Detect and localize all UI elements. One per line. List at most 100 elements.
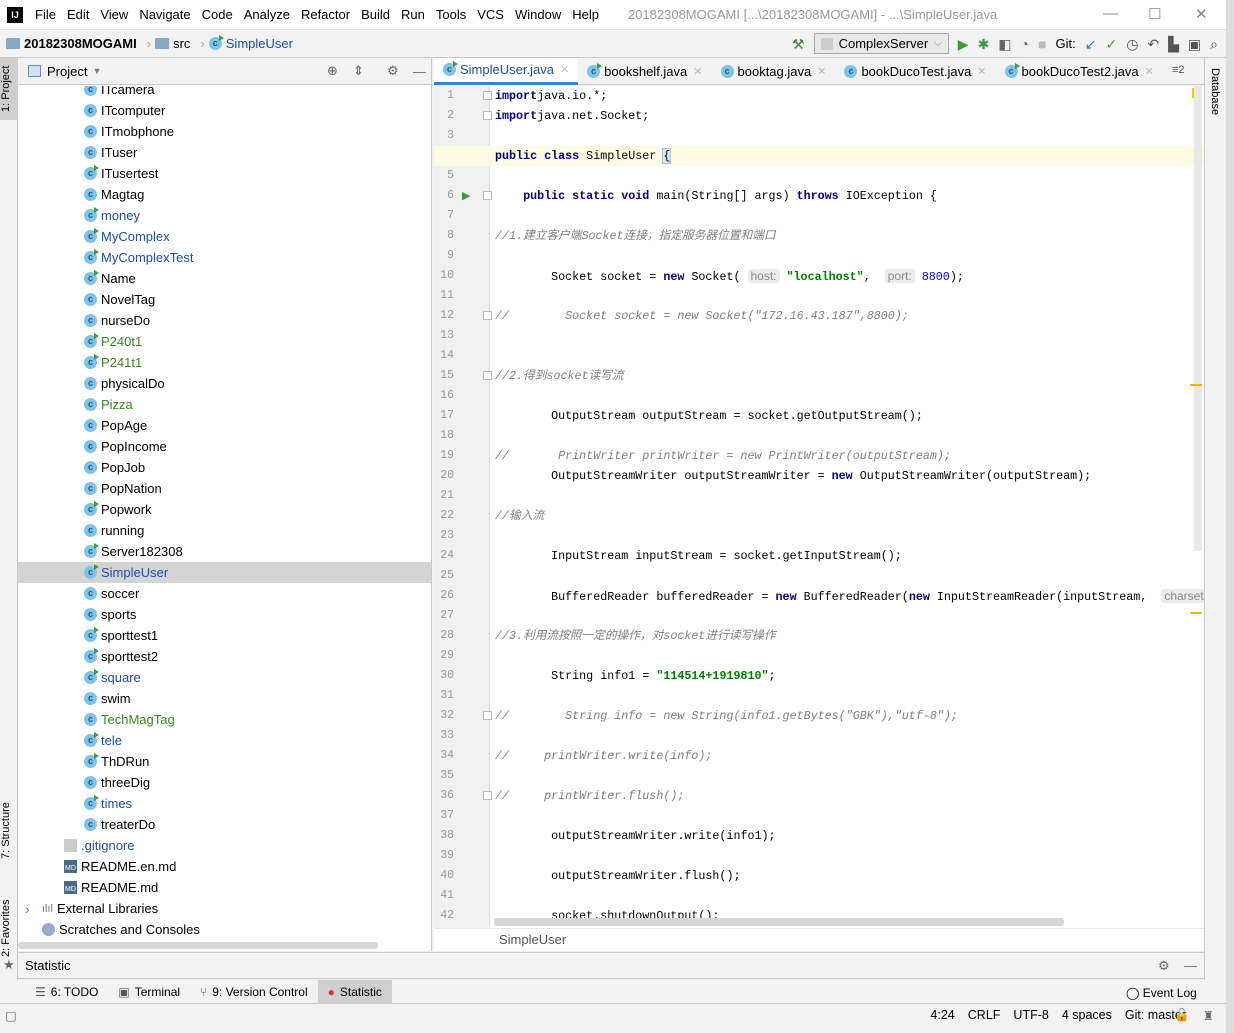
menu-code[interactable]: Code <box>202 7 233 22</box>
expand-arrow-icon[interactable]: › <box>25 901 42 917</box>
tree-item[interactable]: c ITcomputer <box>18 100 431 121</box>
menu-analyze[interactable]: Analyze <box>244 7 290 22</box>
line-separator[interactable]: CRLF <box>968 1008 1001 1022</box>
horizontal-scrollbar[interactable] <box>494 918 1064 926</box>
maximize-button[interactable]: ☐ <box>1148 5 1161 23</box>
close-tab-icon[interactable]: ✕ <box>693 65 702 78</box>
close-tab-icon[interactable]: ✕ <box>1145 65 1154 78</box>
tree-item[interactable]: c physicalDo <box>18 373 431 394</box>
tree-item[interactable]: c money <box>18 205 431 226</box>
tree-item[interactable]: c soccer <box>18 583 431 604</box>
menu-window[interactable]: Window <box>515 7 561 22</box>
editor-tab[interactable]: c SimpleUser.java ✕ <box>434 57 579 85</box>
breadcrumb-src[interactable]: src <box>155 36 190 51</box>
fold-icon[interactable] <box>483 91 492 100</box>
tree-item[interactable]: c Name <box>18 268 431 289</box>
stop-icon[interactable]: ■ <box>1038 36 1046 52</box>
editor-tab[interactable]: c bookDucoTest2.java ✕ <box>996 58 1163 85</box>
tree-item[interactable]: MD README.md <box>18 877 431 898</box>
tree-item[interactable]: c sporttest2 <box>18 646 431 667</box>
toggle-tool-windows-icon[interactable]: ▢ <box>5 1008 17 1023</box>
tree-item[interactable]: c PopJob <box>18 457 431 478</box>
tool-tab-database[interactable]: Database <box>1209 68 1221 115</box>
editor-tab[interactable]: c bookshelf.java ✕ <box>578 58 711 85</box>
terminal-icon[interactable]: ▣ <box>1188 36 1201 52</box>
fold-icon[interactable] <box>483 371 492 380</box>
git-update-icon[interactable]: ↙ <box>1085 36 1097 52</box>
gear-icon[interactable]: ⚙ <box>1158 958 1170 974</box>
menu-view[interactable]: View <box>100 7 128 22</box>
tree-item[interactable]: c sports <box>18 604 431 625</box>
editor-tab[interactable]: c booktag.java ✕ <box>712 58 836 85</box>
tree-item[interactable]: c square <box>18 667 431 688</box>
file-encoding[interactable]: UTF-8 <box>1013 1008 1048 1022</box>
fold-icon[interactable] <box>483 191 492 200</box>
tree-item[interactable]: c threeDig <box>18 772 431 793</box>
fold-icon[interactable] <box>483 311 492 320</box>
bottom-tab[interactable]: ⑂ 9: Version Control <box>190 980 318 1004</box>
tree-item[interactable]: c ThDRun <box>18 751 431 772</box>
tree-item[interactable]: c TechMagTag <box>18 709 431 730</box>
tree-item[interactable]: c swim <box>18 688 431 709</box>
bottom-tab[interactable]: ● Statistic <box>317 979 392 1004</box>
tree-item[interactable]: c times <box>18 793 431 814</box>
menu-edit[interactable]: Edit <box>67 7 89 22</box>
gear-icon[interactable]: ⚙ <box>387 63 399 79</box>
run-icon[interactable]: ▶ <box>958 36 969 52</box>
lock-icon[interactable]: 🔓 <box>1174 1008 1190 1023</box>
hide-icon[interactable]: — <box>1184 958 1197 973</box>
tree-item[interactable]: c tele <box>18 730 431 751</box>
build-hammer-icon[interactable]: ⚒ <box>792 36 805 52</box>
editor-tab[interactable]: c bookDucoTest.java ✕ <box>835 58 995 85</box>
tree-item[interactable]: Scratches and Consoles <box>18 919 431 940</box>
menu-help[interactable]: Help <box>572 7 599 22</box>
tool-tab-project[interactable]: 1: Project <box>0 58 18 120</box>
tree-item[interactable]: c PopAge <box>18 415 431 436</box>
git-commit-icon[interactable]: ✓ <box>1105 36 1117 52</box>
fold-icon[interactable] <box>483 711 492 720</box>
tree-item[interactable]: MD README.en.md <box>18 856 431 877</box>
tree-item[interactable]: c Popwork <box>18 499 431 520</box>
event-log-button[interactable]: ◯ Event Log <box>1126 986 1197 1000</box>
tree-item[interactable]: c Magtag <box>18 184 431 205</box>
project-view-select[interactable]: Project <box>47 64 87 79</box>
horizontal-scrollbar[interactable] <box>18 942 378 949</box>
profile-icon[interactable]: ◔ <box>1021 36 1029 52</box>
tree-item[interactable]: c PopIncome <box>18 436 431 457</box>
tree-item[interactable]: c SimpleUser <box>18 562 431 583</box>
tool-tab-favorites[interactable]: 2: Favorites <box>0 888 18 968</box>
code-editor[interactable]: 1234▶56▶78910111213141516171819202122232… <box>434 86 1204 928</box>
indent-setting[interactable]: 4 spaces <box>1062 1008 1112 1022</box>
rollback-icon[interactable]: ↶ <box>1147 36 1159 52</box>
tree-item[interactable]: c treaterDo <box>18 814 431 835</box>
search-icon[interactable]: ⌕ <box>1210 36 1218 52</box>
tool-tab-structure[interactable]: 7: Structure <box>0 788 18 873</box>
tree-item[interactable]: .gitignore <box>18 835 431 856</box>
chevron-down-icon[interactable]: ▼ <box>92 66 101 76</box>
close-tab-icon[interactable]: ✕ <box>977 65 986 78</box>
run-with-coverage-icon[interactable]: ◧ <box>998 36 1011 52</box>
tree-item[interactable]: c NovelTag <box>18 289 431 310</box>
tree-item[interactable]: c running <box>18 520 431 541</box>
tree-item[interactable]: c ITcamera <box>18 86 431 100</box>
close-tab-icon[interactable]: ✕ <box>817 65 826 78</box>
tree-item[interactable]: c PopNation <box>18 478 431 499</box>
menu-file[interactable]: File <box>35 7 56 22</box>
menu-navigate[interactable]: Navigate <box>139 7 190 22</box>
breadcrumb-class[interactable]: c SimpleUser <box>208 35 293 51</box>
menu-refactor[interactable]: Refactor <box>301 7 350 22</box>
tree-item[interactable]: c sporttest1 <box>18 625 431 646</box>
tree-item[interactable]: c ITmobphone <box>18 121 431 142</box>
tab-overflow-button[interactable]: ≡2 <box>1172 64 1185 76</box>
tree-item[interactable]: c ITusertest <box>18 163 431 184</box>
hide-icon[interactable]: — <box>413 64 426 79</box>
minimize-button[interactable]: — <box>1103 5 1118 22</box>
run-gutter-icon[interactable]: ▶ <box>462 189 470 202</box>
bottom-tab[interactable]: ☰ 6: TODO <box>25 980 108 1004</box>
tree-item[interactable]: c P241t1 <box>18 352 431 373</box>
caret-position[interactable]: 4:24 <box>930 1008 954 1022</box>
tree-item[interactable]: c MyComplexTest <box>18 247 431 268</box>
history-icon[interactable]: ◷ <box>1126 36 1138 52</box>
locate-icon[interactable]: ⊕ <box>327 63 338 79</box>
menu-vcs[interactable]: VCS <box>477 7 504 22</box>
